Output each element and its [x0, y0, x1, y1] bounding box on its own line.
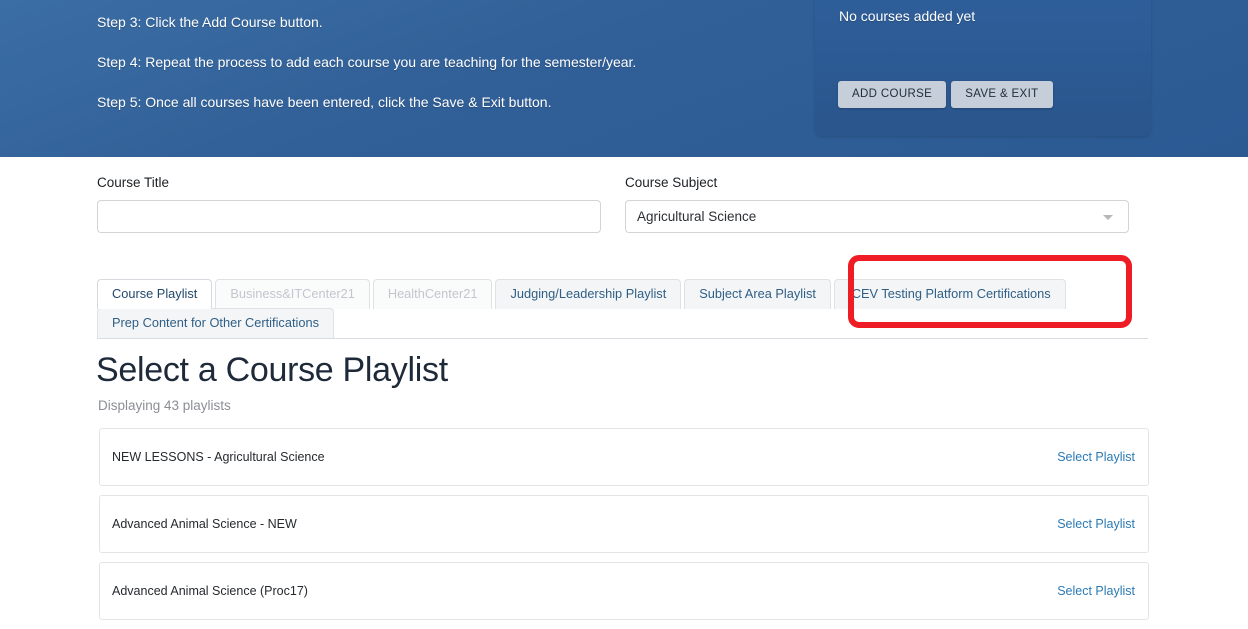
instruction-step: Step 4: Repeat the process to add each c…: [97, 54, 637, 70]
playlist-name: Advanced Animal Science (Proc17): [112, 583, 308, 598]
course-subject-select-wrap: Agricultural Science: [625, 200, 1129, 233]
no-courses-message: No courses added yet: [839, 8, 976, 24]
playlist-list: NEW LESSONS - Agricultural Science Selec…: [99, 428, 1149, 629]
tab-underline-divider: [97, 338, 1148, 339]
playlist-name: NEW LESSONS - Agricultural Science: [112, 449, 325, 464]
tab-icev-testing-platform-certifications[interactable]: iCEV Testing Platform Certifications: [833, 279, 1066, 309]
course-summary-panel: No courses added yet ADD COURSE SAVE & E…: [815, 0, 1151, 136]
instruction-step: Step 3: Click the Add Course button.: [97, 14, 323, 30]
hero-banner: Step 3: Click the Add Course button. Ste…: [0, 0, 1248, 157]
tab-row-secondary: Prep Content for Other Certifications: [97, 308, 337, 338]
instruction-step: Step 5: Once all courses have been enter…: [97, 94, 552, 110]
tab-health-center21: HealthCenter21: [372, 279, 493, 309]
playlist-row[interactable]: Advanced Animal Science (Proc17) Select …: [99, 562, 1149, 620]
course-subject-select[interactable]: Agricultural Science: [625, 200, 1129, 233]
playlist-count-label: Displaying 43 playlists: [98, 398, 231, 413]
tab-subject-area-playlist[interactable]: Subject Area Playlist: [684, 279, 831, 309]
course-form: Course Title Course Subject Agricultural…: [0, 157, 1248, 257]
tab-business-it-center21: Business&ITCenter21: [215, 279, 370, 309]
panel-action-buttons: ADD COURSE SAVE & EXIT: [838, 81, 1053, 108]
course-subject-label: Course Subject: [625, 175, 718, 190]
save-and-exit-button[interactable]: SAVE & EXIT: [951, 81, 1053, 108]
select-playlist-link[interactable]: Select Playlist: [1057, 450, 1135, 465]
playlist-row[interactable]: Advanced Animal Science - NEW Select Pla…: [99, 495, 1149, 553]
page-title: Select a Course Playlist: [96, 351, 448, 389]
tab-row-primary: Course Playlist Business&ITCenter21 Heal…: [97, 279, 1069, 309]
course-subject-field-group: Course Subject Agricultural Science: [625, 175, 1129, 233]
course-title-label: Course Title: [97, 175, 170, 190]
playlist-row[interactable]: NEW LESSONS - Agricultural Science Selec…: [99, 428, 1149, 486]
course-title-field-group: Course Title: [97, 175, 601, 233]
tab-prep-content-other-certifications[interactable]: Prep Content for Other Certifications: [97, 308, 334, 338]
add-course-button[interactable]: ADD COURSE: [838, 81, 947, 108]
select-playlist-link[interactable]: Select Playlist: [1057, 584, 1135, 599]
tab-judging-leadership-playlist[interactable]: Judging/Leadership Playlist: [495, 279, 682, 309]
select-playlist-link[interactable]: Select Playlist: [1057, 517, 1135, 532]
course-title-input[interactable]: [97, 200, 601, 233]
instruction-steps: Step 3: Click the Add Course button. Ste…: [97, 14, 797, 134]
tab-course-playlist[interactable]: Course Playlist: [97, 279, 213, 309]
playlist-tabs: Course Playlist Business&ITCenter21 Heal…: [0, 257, 1248, 339]
playlist-name: Advanced Animal Science - NEW: [112, 516, 297, 531]
